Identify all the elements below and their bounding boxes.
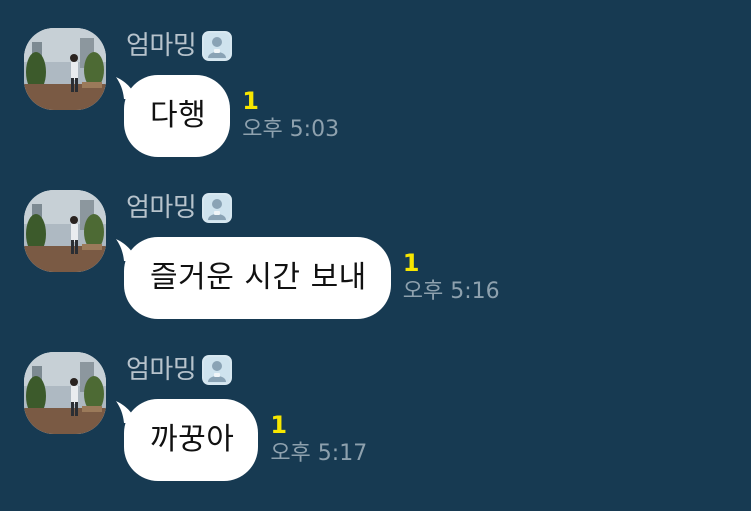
message-meta: 1 오후 5:17 (270, 412, 367, 468)
sender-name: 엄마밍 (126, 193, 197, 223)
chat-message: 엄마밍 다행 1 오후 5:03 (0, 0, 751, 157)
unread-count: 1 (270, 411, 288, 439)
unread-count: 1 (242, 87, 259, 115)
person-badge-icon (202, 31, 233, 61)
message-bubble[interactable]: 까꿍아 (116, 399, 259, 481)
message-text: 즐거운 시간 보내 (150, 260, 367, 295)
chat-room: 엄마밍 다행 1 오후 5:03 엄마밍 즐거운 시간 보내 1 오후 5:16… (0, 0, 751, 511)
avatar[interactable] (24, 352, 106, 434)
avatar[interactable] (24, 190, 106, 272)
bubble-tail (116, 239, 138, 261)
message-text: 까꿍아 (150, 422, 235, 457)
sender-name: 엄마밍 (126, 355, 197, 385)
bubble-row: 즐거운 시간 보내 1 오후 5:16 (116, 237, 500, 319)
bubble-tail (116, 77, 138, 99)
bubble-row: 다행 1 오후 5:03 (116, 75, 339, 157)
sender-row: 엄마밍 (126, 190, 233, 226)
message-time: 오후 5:16 (402, 279, 500, 304)
message-text: 다행 (150, 98, 207, 133)
chat-message: 엄마밍 까꿍아 1 오후 5:17 (0, 324, 751, 481)
message-bubble[interactable]: 즐거운 시간 보내 (116, 237, 391, 319)
avatar[interactable] (24, 28, 106, 110)
sender-row: 엄마밍 (126, 28, 233, 64)
message-time: 오후 5:17 (270, 441, 368, 466)
bubble-row: 까꿍아 1 오후 5:17 (116, 399, 367, 481)
sender-row: 엄마밍 (126, 352, 233, 388)
message-bubble[interactable]: 다행 (116, 75, 231, 157)
message-meta: 1 오후 5:03 (242, 88, 339, 144)
person-badge-icon (202, 355, 233, 385)
chat-message: 엄마밍 즐거운 시간 보내 1 오후 5:16 (0, 162, 751, 319)
unread-count: 1 (402, 249, 420, 277)
message-meta: 1 오후 5:16 (403, 250, 500, 306)
bubble-tail (116, 401, 138, 423)
person-badge-icon (202, 193, 233, 223)
sender-name: 엄마밍 (126, 31, 197, 61)
message-time: 오후 5:03 (242, 117, 340, 142)
